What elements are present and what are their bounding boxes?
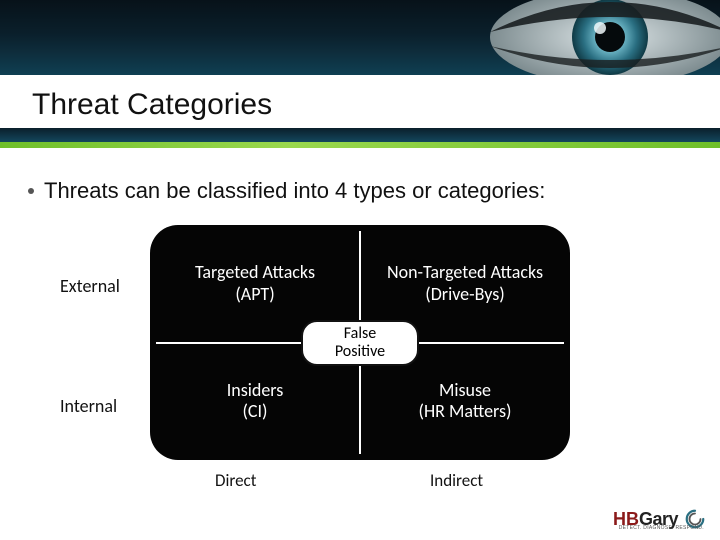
footer-logo: HBGary DETECT. DIAGNOSE. RESPOND. [613, 508, 706, 530]
bullet-text: Threats can be classified into 4 types o… [44, 178, 545, 204]
threat-matrix: Targeted Attacks(APT) Non-Targeted Attac… [150, 225, 570, 460]
bullet-row: Threats can be classified into 4 types o… [28, 178, 545, 204]
header-eye-image [460, 0, 720, 75]
title-underline [0, 128, 720, 150]
row-label-internal: Internal [60, 395, 117, 417]
row-label-external: External [60, 275, 120, 297]
center-false-positive: FalsePositive [301, 320, 419, 366]
bullet-dot-icon [28, 188, 34, 194]
col-label-indirect: Indirect [430, 470, 483, 491]
slide: Threat Categories Threats can be classif… [0, 0, 720, 540]
logo-tagline: DETECT. DIAGNOSE. RESPOND. [619, 525, 704, 531]
slide-title: Threat Categories [32, 88, 272, 122]
col-label-direct: Direct [215, 470, 256, 491]
header-band [0, 0, 720, 75]
